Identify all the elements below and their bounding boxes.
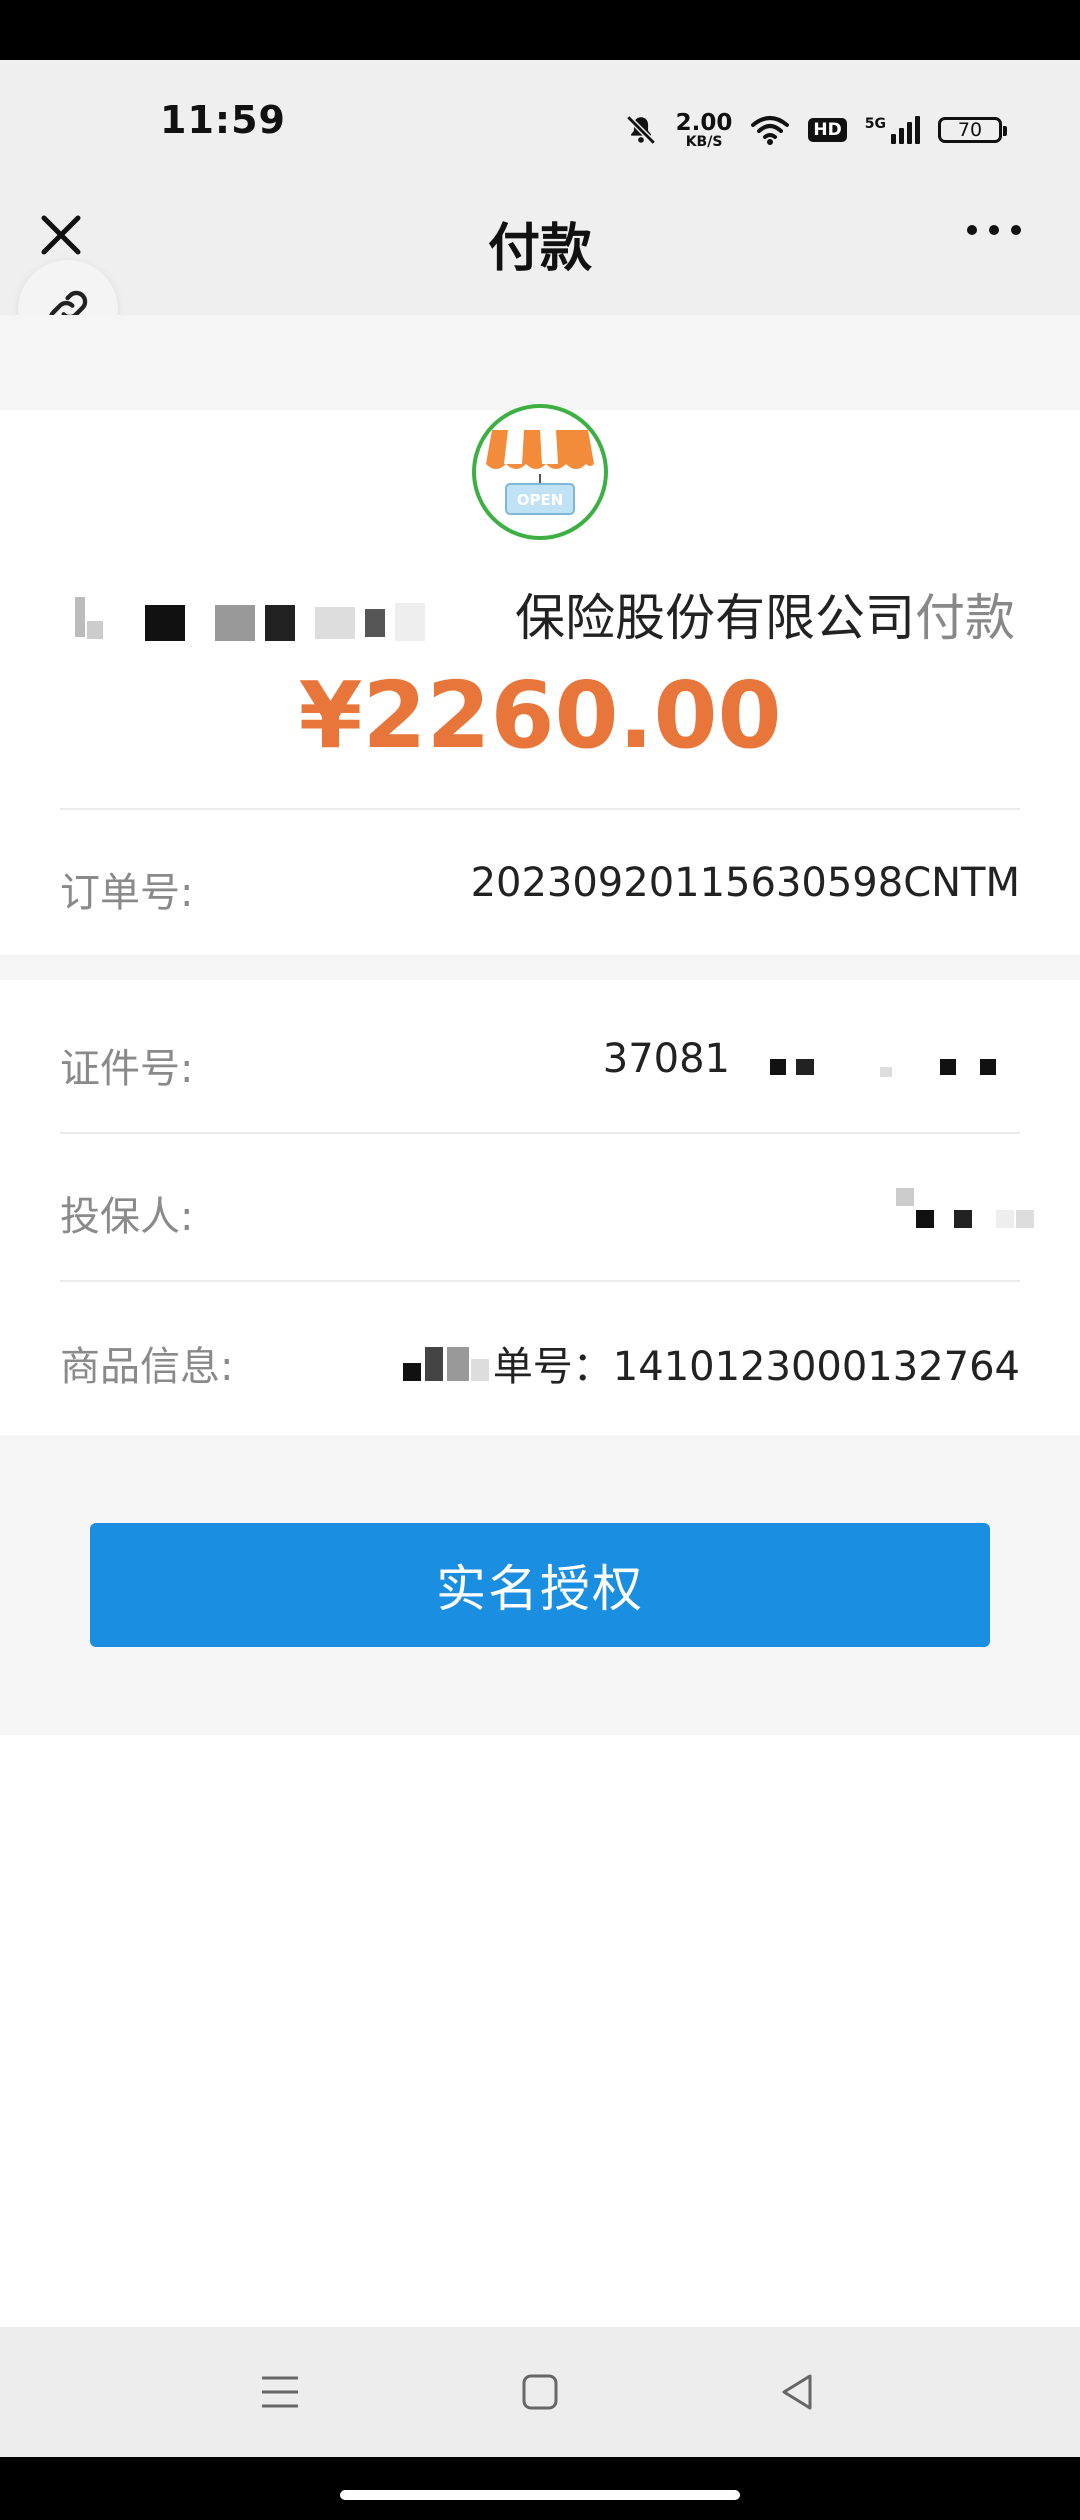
merchant-action-label: 付款 [915, 589, 1015, 647]
battery-level: 70 [957, 119, 983, 141]
redacted-pixels [402, 1341, 493, 1385]
home-indicator[interactable] [340, 2490, 740, 2500]
mute-bell-icon [625, 115, 656, 145]
section-gap [0, 955, 1080, 980]
divider [60, 1132, 1020, 1134]
order-number-value: 20230920115630598CNTM [470, 860, 1020, 906]
shop-open-logo-icon: OPEN [472, 404, 608, 540]
divider [60, 1280, 1020, 1282]
top-black-band [0, 0, 1080, 60]
more-options-icon[interactable] [964, 222, 1024, 238]
product-info-label: 商品信息: [60, 1344, 234, 1390]
signal-label: 5G [864, 116, 886, 132]
status-icons: 2.00 KB/S HD 5G 70 [624, 105, 1007, 155]
network-speed-unit: KB/S [685, 133, 723, 150]
network-speed: 2.00 KB/S [675, 109, 733, 150]
menu-icon[interactable] [258, 2370, 302, 2414]
section-gap [0, 315, 1080, 410]
bottom-black-band [0, 2457, 1080, 2520]
svg-text:OPEN: OPEN [517, 491, 564, 509]
hd-badge: HD [808, 118, 847, 142]
id-number-value: 37081 [603, 1036, 1020, 1082]
network-speed-value: 2.00 [675, 109, 733, 136]
real-name-authorize-button[interactable]: 实名授权 [90, 1523, 990, 1647]
redacted-policyholder-name [896, 1188, 1036, 1232]
payment-amount: ¥2260.00 [298, 662, 782, 769]
merchant-company-name: 保险股份有限公司 [515, 589, 915, 647]
product-info-value: 单号：1410123000132764 [402, 1334, 1020, 1392]
page-title: 付款 [487, 219, 592, 279]
redacted-pixels [730, 1039, 1020, 1079]
back-triangle-icon[interactable] [776, 2370, 820, 2414]
redacted-pixels [65, 596, 515, 647]
product-policy-number: 单号：1410123000132764 [492, 1344, 1020, 1390]
id-number-prefix: 37081 [602, 1036, 730, 1082]
merchant-name: 保险股份有限公司付款 [0, 578, 1080, 650]
id-number-label: 证件号: [60, 1046, 194, 1092]
close-icon[interactable] [36, 210, 86, 260]
policyholder-label: 投保人: [60, 1194, 194, 1240]
wifi-icon [751, 116, 790, 145]
battery-icon: 70 [938, 117, 1007, 143]
status-time: 11:59 [160, 98, 286, 142]
home-square-icon[interactable] [518, 2370, 562, 2414]
order-number-label: 订单号: [60, 870, 194, 916]
divider [60, 808, 1020, 810]
cellular-signal-icon: 5G [865, 116, 920, 144]
